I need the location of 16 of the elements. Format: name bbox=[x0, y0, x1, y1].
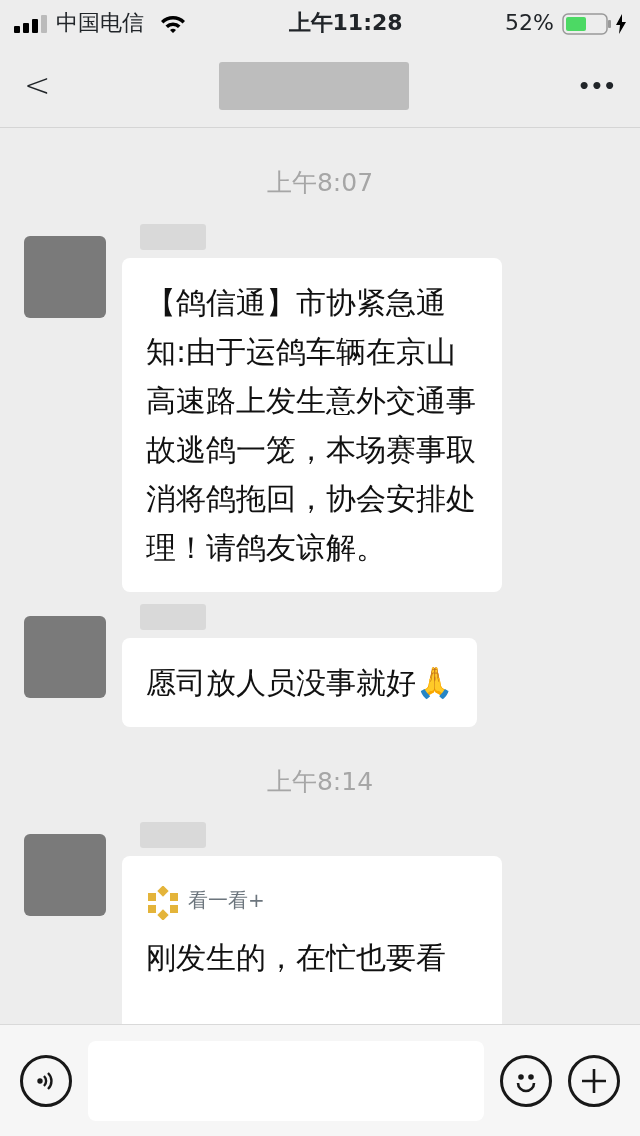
message-bubble: 愿司放人员没事就好🙏 bbox=[122, 637, 477, 727]
battery-percent: 52% bbox=[505, 8, 554, 37]
timestamp: 上午8:07 bbox=[266, 168, 374, 197]
add-button[interactable] bbox=[568, 1054, 620, 1107]
more-button[interactable]: ••• bbox=[577, 70, 616, 101]
timestamp: 上午8:14 bbox=[266, 766, 374, 796]
card-title: 刚发生的，在忙也要看 bbox=[146, 939, 447, 977]
article-card[interactable]: 看一看+ 刚发生的，在忙也要看 bbox=[122, 856, 502, 1024]
voice-button[interactable] bbox=[20, 1054, 72, 1107]
back-button[interactable]: < bbox=[24, 61, 51, 110]
card-source: 看一看+ bbox=[188, 887, 265, 914]
status-time: 上午11:28 bbox=[287, 8, 404, 37]
emoji-button[interactable] bbox=[500, 1054, 552, 1107]
message-bubble: 【鸽信通】市协紧急通知:由于运鸽车辆在京山高速路上发生意外交通事故逃鸽一笼，本场赛事取消将鸽拖回，协会安排处理！请鸽友谅解。 bbox=[122, 257, 502, 592]
plus-icon bbox=[580, 1066, 608, 1095]
carrier-name: 中国电信 bbox=[56, 8, 144, 37]
